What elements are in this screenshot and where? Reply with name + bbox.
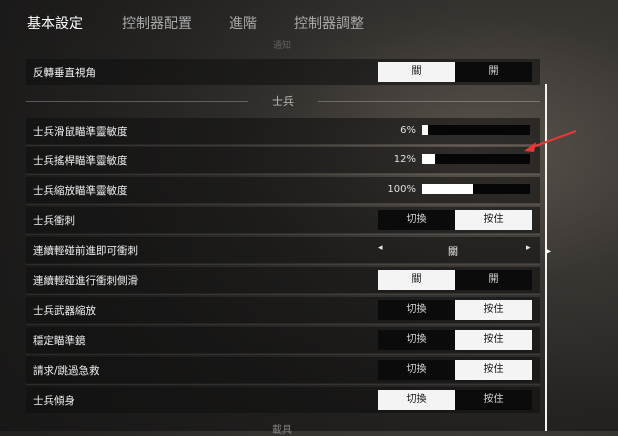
row-separator: [26, 174, 540, 175]
row-request-skip-revive: 請求/跳過急救 切換 按住: [26, 357, 540, 385]
option-toggle[interactable]: 切換: [378, 300, 455, 320]
row-steady-scope: 穩定瞄準鏡 切換 按住: [26, 327, 540, 355]
tab-advanced[interactable]: 進階: [229, 13, 257, 33]
annotation-arrow-icon: [524, 130, 577, 152]
option-toggle[interactable]: 切換: [378, 360, 455, 380]
row-stick-aim-sensitivity: 士兵搖桿瞄準靈敏度 12%: [26, 147, 540, 175]
setting-label: 士兵縮放瞄準靈敏度: [33, 185, 128, 197]
sensitivity-slider[interactable]: [422, 125, 530, 135]
option-hold[interactable]: 按住: [455, 330, 532, 350]
option-toggle[interactable]: 切換: [378, 210, 455, 230]
invert-toggle: 關 開: [378, 62, 532, 82]
option-off[interactable]: 關: [378, 62, 455, 82]
option-on[interactable]: 開: [455, 270, 532, 290]
row-tap-forward-sprint: 連續輕碰前進即可衝刺 ◂ 關 ▸: [26, 237, 540, 265]
option-toggle[interactable]: 切換: [378, 390, 455, 410]
row-invert-vertical-look: 反轉垂直視角 關 開: [26, 59, 540, 85]
setting-label: 士兵衝刺: [33, 215, 75, 227]
slide-toggle: 關 開: [378, 270, 532, 290]
revive-toggle: 切換 按住: [378, 360, 532, 380]
row-separator: [26, 324, 540, 325]
faded-section-label: 通知: [272, 41, 291, 51]
section-divider-soldier: 士兵: [26, 93, 540, 109]
row-tap-sprint-slide: 連續輕碰進行衝刺側滑 關 開: [26, 267, 540, 295]
setting-label: 士兵滑鼠瞄準靈敏度: [33, 126, 128, 138]
setting-label: 士兵武器縮放: [33, 305, 96, 317]
setting-label: 反轉垂直視角: [33, 67, 96, 79]
slider-percent: 100%: [387, 184, 416, 195]
row-separator: [26, 204, 540, 205]
tab-controller-tuning[interactable]: 控制器調整: [294, 13, 364, 33]
option-hold[interactable]: 按住: [455, 210, 532, 230]
slider-fill: [422, 154, 435, 164]
row-soldier-lean: 士兵傾身 切換 按住: [26, 387, 540, 413]
row-zoom-aim-sensitivity: 士兵縮放瞄準靈敏度 100%: [26, 177, 540, 205]
tab-bar: 基本設定 控制器配置 進階 控制器調整: [0, 0, 618, 46]
annotation-arrow-shaft: [529, 130, 577, 149]
divider-line-left: [26, 101, 248, 102]
selector-value: 關: [448, 247, 458, 258]
row-soldier-sprint: 士兵衝刺 切換 按住: [26, 207, 540, 235]
row-separator: [26, 294, 540, 295]
setting-label: 請求/跳過急救: [33, 365, 100, 377]
sprint-toggle: 切換 按住: [378, 210, 532, 230]
tab-basic-settings[interactable]: 基本設定: [27, 13, 83, 33]
row-weapon-zoom: 士兵武器縮放 切換 按住: [26, 297, 540, 325]
row-mouse-aim-sensitivity: 士兵滑鼠瞄準靈敏度 6%: [26, 118, 540, 146]
section-title: 士兵: [272, 95, 294, 108]
sensitivity-slider[interactable]: [422, 184, 530, 194]
slider-fill: [422, 184, 473, 194]
option-hold[interactable]: 按住: [455, 300, 532, 320]
tab-controller-layout[interactable]: 控制器配置: [122, 13, 192, 33]
row-separator: [26, 145, 540, 146]
weapon-zoom-toggle: 切換 按住: [378, 300, 532, 320]
faded-section-label: 載具: [272, 425, 292, 436]
option-hold[interactable]: 按住: [455, 390, 532, 410]
scroll-position-icon: ▸: [546, 246, 552, 257]
annotation-arrow-head: [524, 142, 536, 152]
sensitivity-slider[interactable]: [422, 154, 530, 164]
setting-label: 士兵傾身: [33, 395, 75, 407]
option-off[interactable]: 關: [378, 270, 455, 290]
option-toggle[interactable]: 切換: [378, 330, 455, 350]
lean-toggle: 切換 按住: [378, 390, 532, 410]
row-separator: [26, 234, 540, 235]
setting-label: 連續輕碰進行衝刺側滑: [33, 275, 138, 287]
slider-percent: 6%: [400, 125, 416, 136]
option-on[interactable]: 開: [455, 62, 532, 82]
option-hold[interactable]: 按住: [455, 360, 532, 380]
slider-percent: 12%: [393, 154, 416, 165]
setting-label: 士兵搖桿瞄準靈敏度: [33, 155, 128, 167]
arrow-left-icon[interactable]: ◂: [378, 243, 383, 253]
arrow-right-icon[interactable]: ▸: [526, 243, 531, 253]
slider-fill: [422, 125, 429, 135]
row-separator: [26, 264, 540, 265]
row-separator: [26, 354, 540, 355]
setting-label: 連續輕碰前進即可衝刺: [33, 245, 138, 257]
setting-label: 穩定瞄準鏡: [33, 335, 86, 347]
divider-line-right: [318, 101, 540, 102]
row-separator: [26, 384, 540, 385]
steady-scope-toggle: 切換 按住: [378, 330, 532, 350]
